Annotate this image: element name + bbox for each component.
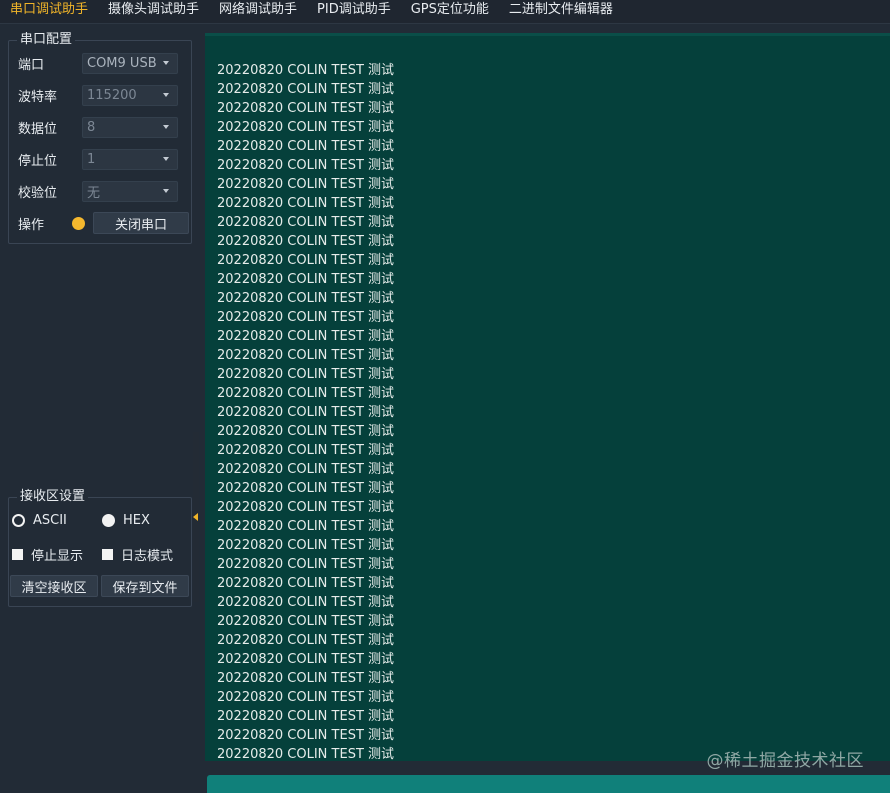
port-value: COM9 USB: [87, 55, 157, 71]
tab-pid-assistant[interactable]: PID调试助手: [307, 0, 401, 23]
baud-row: 波特率 115200: [18, 84, 178, 106]
chevron-down-icon: [163, 189, 169, 193]
databits-label: 数据位: [18, 121, 58, 137]
log-mode-checkbox[interactable]: 日志模式: [102, 545, 173, 564]
received-line: 20220820 COLIN TEST 测试: [217, 424, 395, 439]
send-textarea[interactable]: [207, 775, 890, 793]
received-line: 20220820 COLIN TEST 测试: [217, 595, 395, 610]
received-line: 20220820 COLIN TEST 测试: [217, 196, 395, 211]
operation-row: 操作 关闭串口: [18, 212, 189, 234]
received-line: 20220820 COLIN TEST 测试: [217, 63, 395, 78]
serial-config-title: 串口配置: [17, 32, 76, 48]
tab-bar: 串口调试助手 摄像头调试助手 网络调试助手 PID调试助手 GPS定位功能 二进…: [0, 0, 890, 24]
log-mode-label: 日志模式: [121, 549, 174, 564]
tab-network-assistant[interactable]: 网络调试助手: [209, 0, 307, 23]
tab-binary-editor[interactable]: 二进制文件编辑器: [499, 0, 623, 23]
clear-recv-button[interactable]: 清空接收区: [10, 575, 98, 597]
received-line: 20220820 COLIN TEST 测试: [217, 405, 395, 420]
received-line: 20220820 COLIN TEST 测试: [217, 652, 395, 667]
hex-radio[interactable]: HEX: [102, 513, 150, 528]
received-line: 20220820 COLIN TEST 测试: [217, 747, 395, 761]
tab-serial-assistant[interactable]: 串口调试助手: [0, 0, 98, 23]
checkbox-icon: [102, 549, 113, 560]
received-line: 20220820 COLIN TEST 测试: [217, 462, 395, 477]
received-line: 20220820 COLIN TEST 测试: [217, 557, 395, 572]
received-line: 20220820 COLIN TEST 测试: [217, 728, 395, 743]
received-line: 20220820 COLIN TEST 测试: [217, 500, 395, 515]
watermark: @稀土掘金技术社区: [706, 751, 864, 771]
received-line: 20220820 COLIN TEST 测试: [217, 690, 395, 705]
stopbits-row: 停止位 1: [18, 148, 178, 170]
status-led-icon: [72, 216, 85, 230]
received-line: 20220820 COLIN TEST 测试: [217, 234, 395, 249]
tab-gps[interactable]: GPS定位功能: [401, 0, 499, 23]
ascii-label: ASCII: [33, 513, 67, 528]
baud-label: 波特率: [18, 89, 58, 105]
pause-display-label: 停止显示: [31, 549, 84, 564]
checkbox-icon: [12, 549, 23, 560]
received-line: 20220820 COLIN TEST 测试: [217, 101, 395, 116]
chevron-down-icon: [163, 93, 169, 97]
receive-textarea[interactable]: 20220820 COLIN TEST 测试 20220820 COLIN TES…: [205, 33, 890, 761]
hex-label: HEX: [123, 513, 150, 528]
received-line: 20220820 COLIN TEST 测试: [217, 253, 395, 268]
received-line: 20220820 COLIN TEST 测试: [217, 291, 395, 306]
save-to-file-button[interactable]: 保存到文件: [101, 575, 189, 597]
receive-lines: 20220820 COLIN TEST 测试 20220820 COLIN TES…: [217, 61, 394, 761]
received-line: 20220820 COLIN TEST 测试: [217, 272, 395, 287]
chevron-down-icon: [163, 125, 169, 129]
radio-unchecked-icon: [102, 514, 115, 527]
stopbits-value: 1: [87, 151, 96, 167]
received-line: 20220820 COLIN TEST 测试: [217, 671, 395, 686]
chevron-down-icon: [163, 157, 169, 161]
baud-select[interactable]: 115200: [82, 84, 178, 106]
received-line: 20220820 COLIN TEST 测试: [217, 443, 395, 458]
received-line: 20220820 COLIN TEST 测试: [217, 310, 395, 325]
received-line: 20220820 COLIN TEST 测试: [217, 215, 395, 230]
port-label: 端口: [18, 57, 45, 73]
tab-camera-assistant[interactable]: 摄像头调试助手: [98, 0, 209, 23]
recv-settings-group: 接收区设置 ASCII HEX 停止显示 日志模式 清空接收区 保存到文件: [8, 489, 192, 607]
received-line: 20220820 COLIN TEST 测试: [217, 538, 395, 553]
received-line: 20220820 COLIN TEST 测试: [217, 614, 395, 629]
parity-row: 校验位 无: [18, 180, 178, 202]
received-line: 20220820 COLIN TEST 测试: [217, 348, 395, 363]
collapse-arrow-icon[interactable]: [193, 513, 198, 521]
stopbits-label: 停止位: [18, 153, 58, 169]
receive-top-strip: [205, 33, 890, 36]
radio-checked-icon: [12, 514, 25, 527]
received-line: 20220820 COLIN TEST 测试: [217, 329, 395, 344]
port-row: 端口 COM9 USB: [18, 52, 178, 74]
received-line: 20220820 COLIN TEST 测试: [217, 158, 395, 173]
serial-config-group: 串口配置 端口 COM9 USB 波特率 115200 数据位 8 停止位 1 …: [8, 32, 192, 244]
databits-value: 8: [87, 119, 96, 135]
received-line: 20220820 COLIN TEST 测试: [217, 709, 395, 724]
received-line: 20220820 COLIN TEST 测试: [217, 386, 395, 401]
received-line: 20220820 COLIN TEST 测试: [217, 367, 395, 382]
received-line: 20220820 COLIN TEST 测试: [217, 139, 395, 154]
parity-label: 校验位: [18, 185, 58, 201]
recv-settings-title: 接收区设置: [17, 489, 89, 505]
received-line: 20220820 COLIN TEST 测试: [217, 481, 395, 496]
baud-value: 115200: [87, 87, 137, 103]
databits-select[interactable]: 8: [82, 116, 178, 138]
parity-select[interactable]: 无: [82, 180, 178, 202]
received-line: 20220820 COLIN TEST 测试: [217, 82, 395, 97]
received-line: 20220820 COLIN TEST 测试: [217, 519, 395, 534]
pause-display-checkbox[interactable]: 停止显示: [12, 545, 83, 564]
stopbits-select[interactable]: 1: [82, 148, 178, 170]
received-line: 20220820 COLIN TEST 测试: [217, 177, 395, 192]
received-line: 20220820 COLIN TEST 测试: [217, 633, 395, 648]
parity-value: 无: [87, 185, 101, 201]
close-port-button[interactable]: 关闭串口: [93, 212, 189, 234]
chevron-down-icon: [163, 61, 169, 65]
port-select[interactable]: COM9 USB: [82, 52, 178, 74]
ascii-radio[interactable]: ASCII: [12, 513, 67, 528]
databits-row: 数据位 8: [18, 116, 178, 138]
received-line: 20220820 COLIN TEST 测试: [217, 120, 395, 135]
received-line: 20220820 COLIN TEST 测试: [217, 576, 395, 591]
